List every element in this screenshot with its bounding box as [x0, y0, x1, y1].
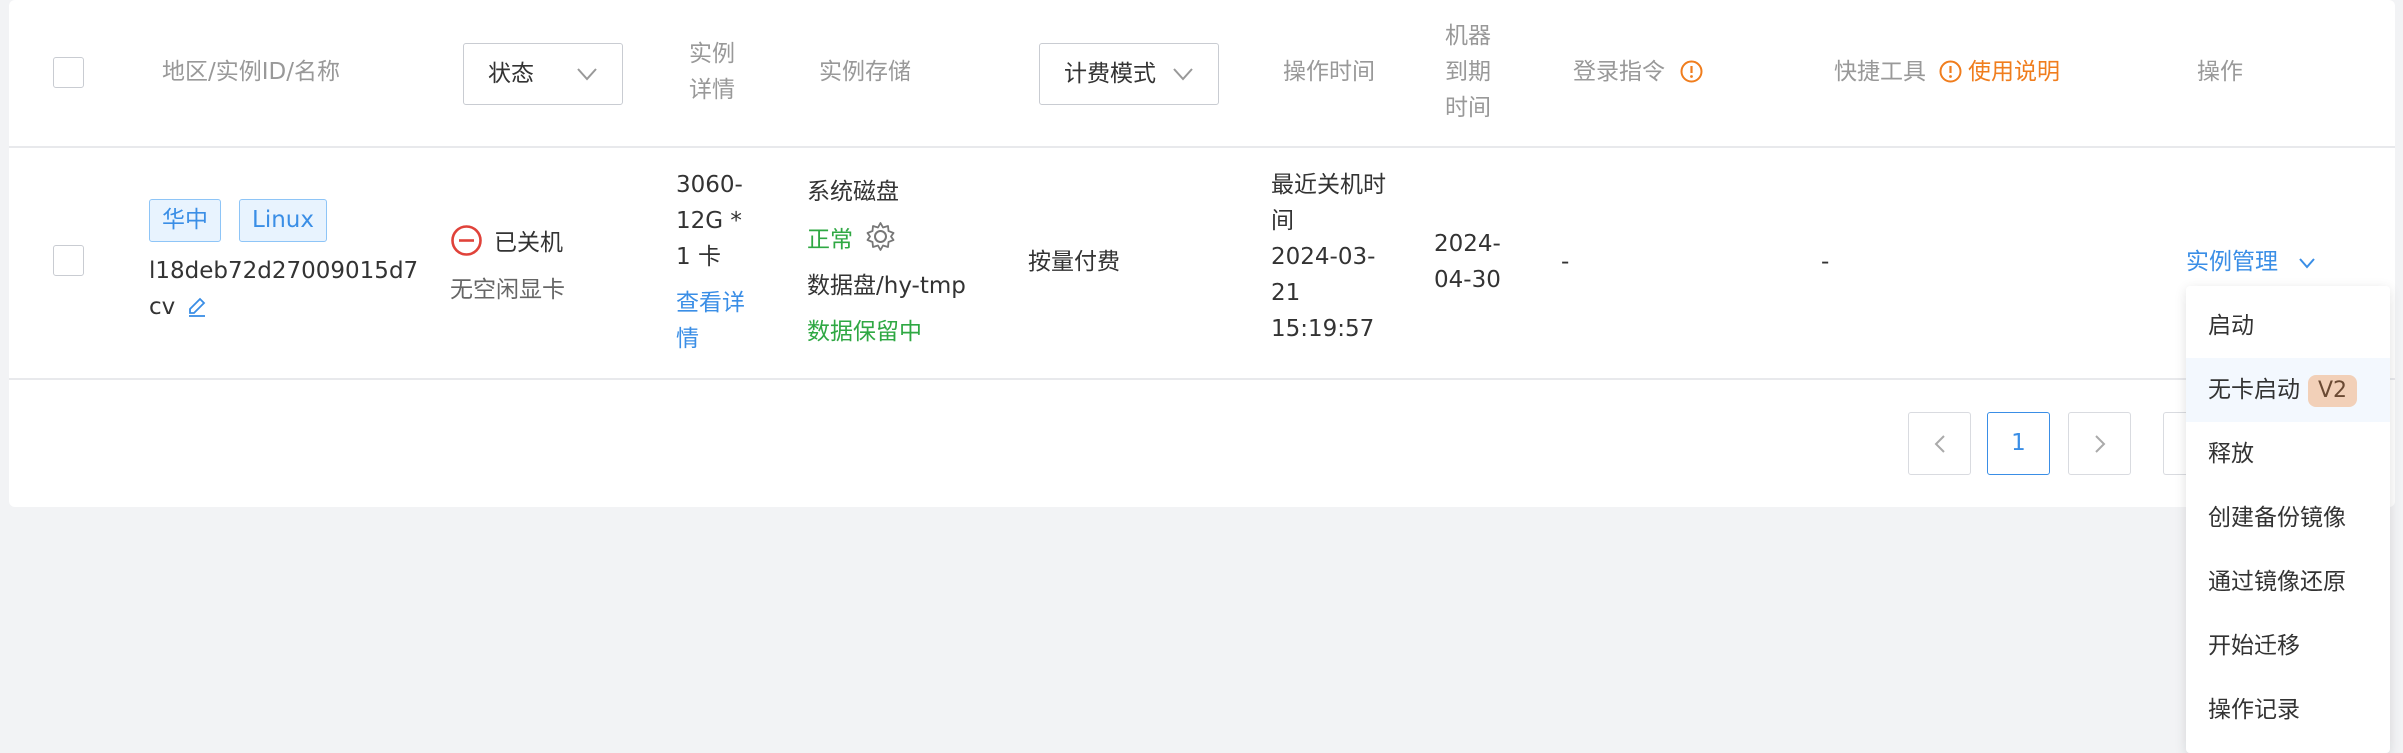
- system-disk-label: 系统磁盘: [807, 179, 899, 205]
- column-header-expire-1: 机器: [1445, 23, 1491, 49]
- gear-icon[interactable]: [864, 220, 897, 253]
- region-tag: 华中: [149, 199, 221, 242]
- select-all-checkbox[interactable]: [53, 57, 84, 88]
- billing-mode-filter-select[interactable]: 计费模式: [1039, 43, 1219, 105]
- next-page-button[interactable]: [2068, 412, 2131, 475]
- system-disk-status: 正常: [807, 227, 853, 253]
- data-disk-status: 数据保留中: [807, 319, 922, 345]
- view-detail-link[interactable]: 查看详: [676, 285, 745, 321]
- info-icon[interactable]: [1680, 60, 1703, 83]
- gpu-spec-2: 12G *: [676, 208, 742, 234]
- view-detail-link-cont[interactable]: 情: [676, 321, 699, 357]
- usage-guide-link[interactable]: 使用说明: [1968, 54, 2060, 90]
- expire-date-cont: 04-30: [1434, 267, 1501, 293]
- column-header-expire-2: 到期: [1445, 59, 1491, 85]
- header-divider: [9, 146, 2395, 148]
- chevron-down-icon: [577, 68, 597, 81]
- instance-status: 已关机: [494, 230, 563, 256]
- menu-item-operation-log[interactable]: 操作记录: [2186, 678, 2390, 742]
- instance-manage-menu: 启动 无卡启动 V2 释放 创建备份镜像 通过镜像还原 开始迁移 操作记录: [2186, 286, 2390, 753]
- chevron-left-icon: [1934, 435, 1945, 453]
- op-time-label-cont: 间: [1271, 208, 1294, 234]
- gpu-spec-3: 1 卡: [676, 244, 721, 270]
- page-number-current[interactable]: 1: [1987, 412, 2050, 475]
- menu-item-start-migration[interactable]: 开始迁移: [2186, 614, 2390, 678]
- column-header-actions: 操作: [2197, 59, 2243, 85]
- info-icon: [1939, 60, 1962, 83]
- column-header-instance-storage: 实例存储: [819, 59, 911, 85]
- billing-mode-filter-label: 计费模式: [1064, 61, 1156, 87]
- data-disk-label: 数据盘/hy-tmp: [807, 273, 966, 299]
- column-header-instance-detail-2: 详情: [689, 77, 735, 103]
- menu-item-create-backup-image[interactable]: 创建备份镜像: [2186, 486, 2390, 550]
- chevron-right-icon: [2095, 435, 2106, 453]
- chevron-down-icon: [1173, 68, 1193, 81]
- instance-manage-dropdown[interactable]: 实例管理: [2186, 244, 2278, 280]
- instance-status-sub: 无空闲显卡: [450, 277, 565, 303]
- op-time-label: 最近关机时: [1271, 172, 1386, 198]
- column-header-expire-3: 时间: [1445, 95, 1491, 121]
- op-time-date: 2024-03-: [1271, 244, 1376, 270]
- menu-item-start-no-gpu[interactable]: 无卡启动 V2: [2186, 358, 2390, 422]
- op-time-date-cont: 21: [1271, 280, 1301, 306]
- expire-date: 2024-: [1434, 231, 1501, 257]
- gpu-spec-1: 3060-: [676, 172, 743, 198]
- menu-item-start[interactable]: 启动: [2186, 294, 2390, 358]
- column-header-quick-tools: 快捷工具: [1834, 59, 1926, 85]
- status-filter-label: 状态: [488, 61, 534, 87]
- chevron-down-icon[interactable]: [2298, 256, 2316, 270]
- login-cmd-value: -: [1561, 249, 1570, 275]
- edit-pencil-icon[interactable]: [186, 296, 208, 318]
- version-badge: V2: [2308, 374, 2358, 407]
- op-time-clock: 15:19:57: [1271, 316, 1375, 342]
- column-header-instance-detail-1: 实例: [689, 41, 735, 67]
- quick-tools-value: -: [1821, 249, 1830, 275]
- menu-item-start-no-gpu-label: 无卡启动: [2208, 377, 2300, 403]
- instance-id: l18deb72d27009015d7: [149, 258, 419, 284]
- column-header-region: 地区/实例ID/名称: [162, 59, 340, 85]
- menu-item-restore-from-image[interactable]: 通过镜像还原: [2186, 550, 2390, 614]
- stopped-status-icon: [451, 225, 482, 256]
- column-header-op-time: 操作时间: [1283, 59, 1375, 85]
- instance-id-cont: cv: [149, 294, 176, 320]
- prev-page-button[interactable]: [1908, 412, 1971, 475]
- row-divider: [9, 378, 2395, 380]
- status-filter-select[interactable]: 状态: [463, 43, 623, 105]
- os-tag: Linux: [239, 199, 327, 242]
- column-header-login-cmd: 登录指令: [1573, 59, 1665, 85]
- row-checkbox[interactable]: [53, 245, 84, 276]
- menu-item-release[interactable]: 释放: [2186, 422, 2390, 486]
- billing-mode: 按量付费: [1028, 249, 1120, 275]
